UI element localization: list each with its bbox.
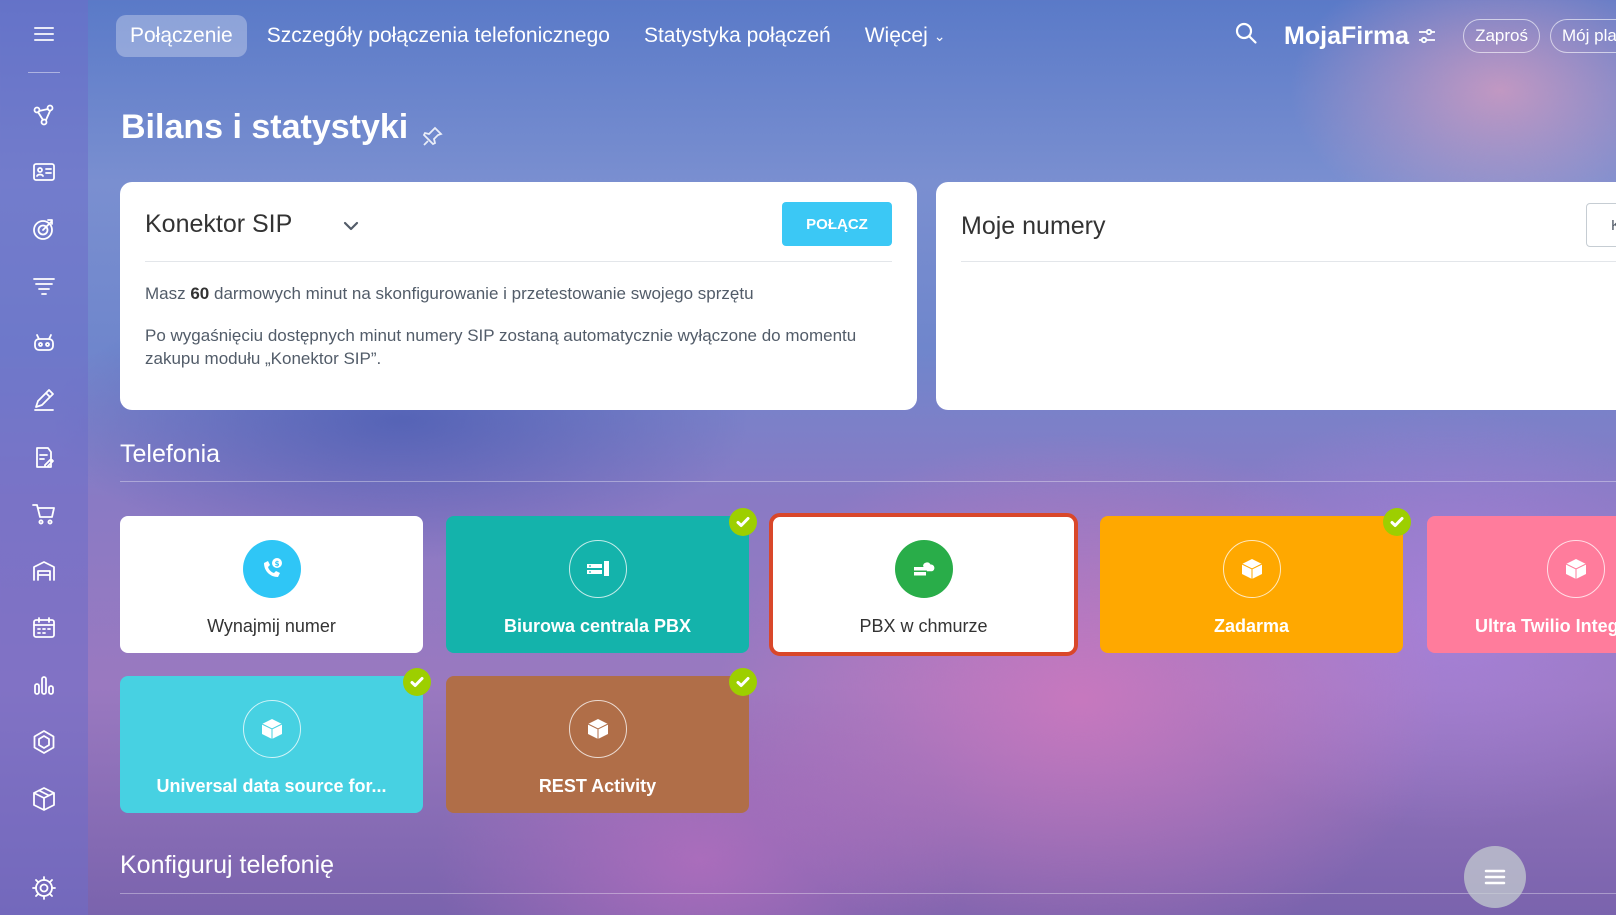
cloud-pbx-icon (894, 540, 953, 598)
tile-label: Ultra Twilio Integr (1475, 616, 1616, 636)
sidebar-item-document-edit-icon[interactable] (22, 435, 66, 479)
tile-rent-number[interactable]: $ Wynajmij numer (120, 516, 423, 653)
my-numbers-card: Moje numery KON (936, 182, 1616, 410)
phone-dollar-icon: $ (242, 540, 301, 598)
list-icon (1484, 869, 1506, 885)
chevron-down-icon: ⌄ (933, 27, 946, 44)
minutes-suffix: darmowych minut na skonfigurowanie i prz… (209, 284, 754, 303)
configure-numbers-button[interactable]: KON (1586, 203, 1616, 247)
menu-icon[interactable] (22, 12, 66, 56)
section-divider (120, 893, 1616, 894)
connect-button[interactable]: POŁĄCZ (782, 202, 892, 246)
sidebar-item-calendar-icon[interactable] (22, 606, 66, 650)
tile-label: PBX w chmurze (859, 616, 988, 636)
svg-text:$: $ (274, 560, 279, 568)
top-right-controls: MojaFirma Zaproś Mój pla (1234, 0, 1616, 72)
configure-telephony-section-title: Konfiguruj telefonię (120, 851, 335, 879)
tile-label: REST Activity (538, 776, 657, 796)
tab-label: Szczegóły połączenia telefonicznego (266, 24, 610, 47)
floating-menu-button[interactable] (1464, 846, 1526, 908)
tile-ultra-twilio[interactable]: Ultra Twilio Integr (1427, 516, 1616, 653)
office-pbx-icon (568, 540, 627, 598)
sidebar-item-package-icon[interactable] (22, 777, 66, 821)
tile-universal-data-source[interactable]: Universal data source for... (120, 668, 431, 813)
search-icon[interactable] (1234, 21, 1264, 51)
sip-card-header: Konektor SIP POŁĄCZ (145, 202, 892, 262)
checkmark-icon (729, 508, 757, 536)
minutes-value: 60 (190, 284, 210, 303)
sidebar-item-crm-icon[interactable] (22, 93, 66, 137)
tile-zadarma[interactable]: Zadarma (1100, 508, 1411, 653)
top-tabs: Połączenie Szczegóły połączenia telefoni… (116, 15, 965, 57)
page-title-text: Bilans i statystyki (121, 108, 409, 146)
tile-cloud-pbx[interactable]: PBX w chmurze (769, 513, 1078, 656)
tile-label: Biurowa centrala PBX (503, 616, 692, 636)
tab-label: Statystyka połączeń (643, 24, 831, 47)
company-name[interactable]: MojaFirma (1284, 22, 1409, 51)
my-numbers-header: Moje numery KON (961, 202, 1616, 262)
tile-label: Zadarma (1213, 616, 1290, 636)
box-icon (568, 700, 627, 758)
sidebar-item-target-icon[interactable] (22, 207, 66, 251)
tab-call-statistics[interactable]: Statystyka połączeń (630, 15, 845, 57)
tile-office-pbx[interactable]: Biurowa centrala PBX (446, 508, 757, 653)
tab-connection[interactable]: Połączenie (116, 15, 247, 57)
page-title: Bilans i statystyki (121, 108, 444, 147)
sidebar-item-warehouse-icon[interactable] (22, 549, 66, 593)
sidebar-item-settings-gear-icon[interactable] (22, 866, 66, 910)
minutes-prefix: Masz (145, 284, 191, 303)
sip-card-title: Konektor SIP (145, 210, 293, 238)
tab-label: Więcej (864, 24, 928, 47)
checkmark-icon (729, 668, 757, 696)
my-plan-button[interactable]: Mój pla (1550, 19, 1616, 53)
sidebar-item-cart-icon[interactable] (22, 492, 66, 536)
tab-label: Połączenie (130, 24, 233, 47)
tile-rest-activity[interactable]: REST Activity (446, 668, 757, 813)
pin-icon[interactable] (422, 117, 444, 146)
my-numbers-title: Moje numery (961, 212, 1106, 240)
tile-label: Wynajmij numer (207, 616, 336, 636)
checkmark-icon (1383, 508, 1411, 536)
sip-card-body: Masz 60 darmowych minut na skonfigurowan… (145, 282, 892, 389)
tab-more[interactable]: Więcej ⌄ (851, 15, 960, 57)
invite-button[interactable]: Zaproś (1463, 19, 1540, 53)
sidebar-item-analytics-icon[interactable] (22, 663, 66, 707)
sidebar-divider (28, 72, 60, 73)
tile-label: Universal data source for... (156, 776, 387, 796)
telephony-section-title: Telefonia (120, 440, 221, 468)
box-icon (1222, 540, 1281, 598)
left-sidebar (0, 0, 88, 915)
sidebar-item-hexagon-icon[interactable] (22, 720, 66, 764)
chevron-down-icon[interactable] (341, 216, 361, 236)
tab-call-details[interactable]: Szczegóły połączenia telefonicznego (253, 15, 624, 57)
sidebar-item-pen-icon[interactable] (22, 378, 66, 422)
box-icon (242, 700, 301, 758)
checkmark-icon (403, 668, 431, 696)
sidebar-item-robot-icon[interactable] (22, 321, 66, 365)
sidebar-item-contact-card-icon[interactable] (22, 150, 66, 194)
sliders-icon[interactable] (1417, 26, 1437, 46)
sidebar-item-funnel-icon[interactable] (22, 264, 66, 308)
box-icon (1547, 540, 1605, 598)
section-divider (120, 481, 1616, 482)
sip-connector-card: Konektor SIP POŁĄCZ Masz 60 darmowych mi… (120, 182, 917, 410)
free-minutes-text: Masz 60 darmowych minut na skonfigurowan… (145, 282, 892, 305)
expiry-notice-text: Po wygaśnięciu dostępnych minut numery S… (145, 326, 857, 368)
